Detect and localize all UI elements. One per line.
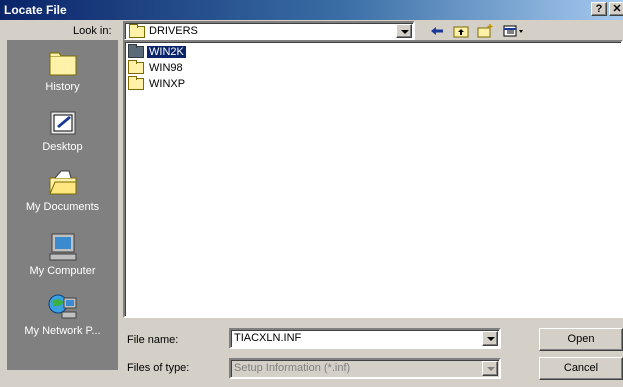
file-name-dropdown-arrow[interactable] (482, 331, 498, 346)
look-in-dropdown-arrow[interactable] (396, 24, 412, 38)
file-name-input[interactable]: TIACXLN.INF (229, 328, 501, 349)
place-history[interactable]: History (7, 48, 118, 93)
folder-icon (129, 24, 145, 38)
title-bar: Locate File ? ✕ (0, 0, 623, 20)
cancel-button[interactable]: Cancel (539, 357, 623, 380)
look-in-dropdown[interactable]: DRIVERS (123, 21, 415, 41)
desktop-icon (47, 108, 79, 138)
help-button[interactable]: ? (591, 2, 607, 16)
list-item[interactable]: WIN2K (128, 44, 186, 60)
file-list[interactable]: WIN2K WIN98 WINXP (123, 40, 623, 318)
list-item[interactable]: WIN98 (128, 60, 185, 76)
up-folder-icon[interactable] (452, 22, 470, 40)
views-menu-icon[interactable] (502, 22, 526, 40)
file-type-value: Setup Information (*.inf) (234, 362, 351, 374)
place-my-network[interactable]: My Network P... (7, 292, 118, 337)
file-name-label: File name: (127, 334, 179, 346)
folder-icon (128, 44, 144, 59)
history-icon (47, 48, 79, 78)
close-button[interactable]: ✕ (609, 2, 623, 16)
folder-icon (128, 76, 144, 91)
place-my-documents[interactable]: My Documents (7, 168, 118, 213)
places-bar: History Desktop My Documents My Computer… (7, 40, 118, 370)
list-item[interactable]: WINXP (128, 76, 187, 92)
place-desktop[interactable]: Desktop (7, 108, 118, 153)
window-title: Locate File (4, 3, 67, 17)
folder-icon (128, 60, 144, 75)
help-icon: ? (595, 3, 603, 15)
file-type-label: Files of type: (127, 362, 190, 374)
file-type-dropdown: Setup Information (*.inf) (229, 358, 501, 379)
look-in-value: DRIVERS (149, 25, 198, 37)
my-documents-icon (47, 168, 79, 198)
place-my-computer[interactable]: My Computer (7, 232, 118, 277)
file-type-dropdown-arrow (482, 361, 498, 376)
network-icon (47, 292, 79, 322)
new-folder-icon[interactable] (476, 22, 494, 40)
close-icon: ✕ (612, 3, 622, 15)
back-arrow-icon[interactable] (428, 22, 446, 40)
look-in-label: Look in: (73, 25, 112, 37)
my-computer-icon (47, 232, 79, 262)
file-name-value: TIACXLN.INF (234, 332, 302, 344)
open-button[interactable]: Open (539, 328, 623, 351)
